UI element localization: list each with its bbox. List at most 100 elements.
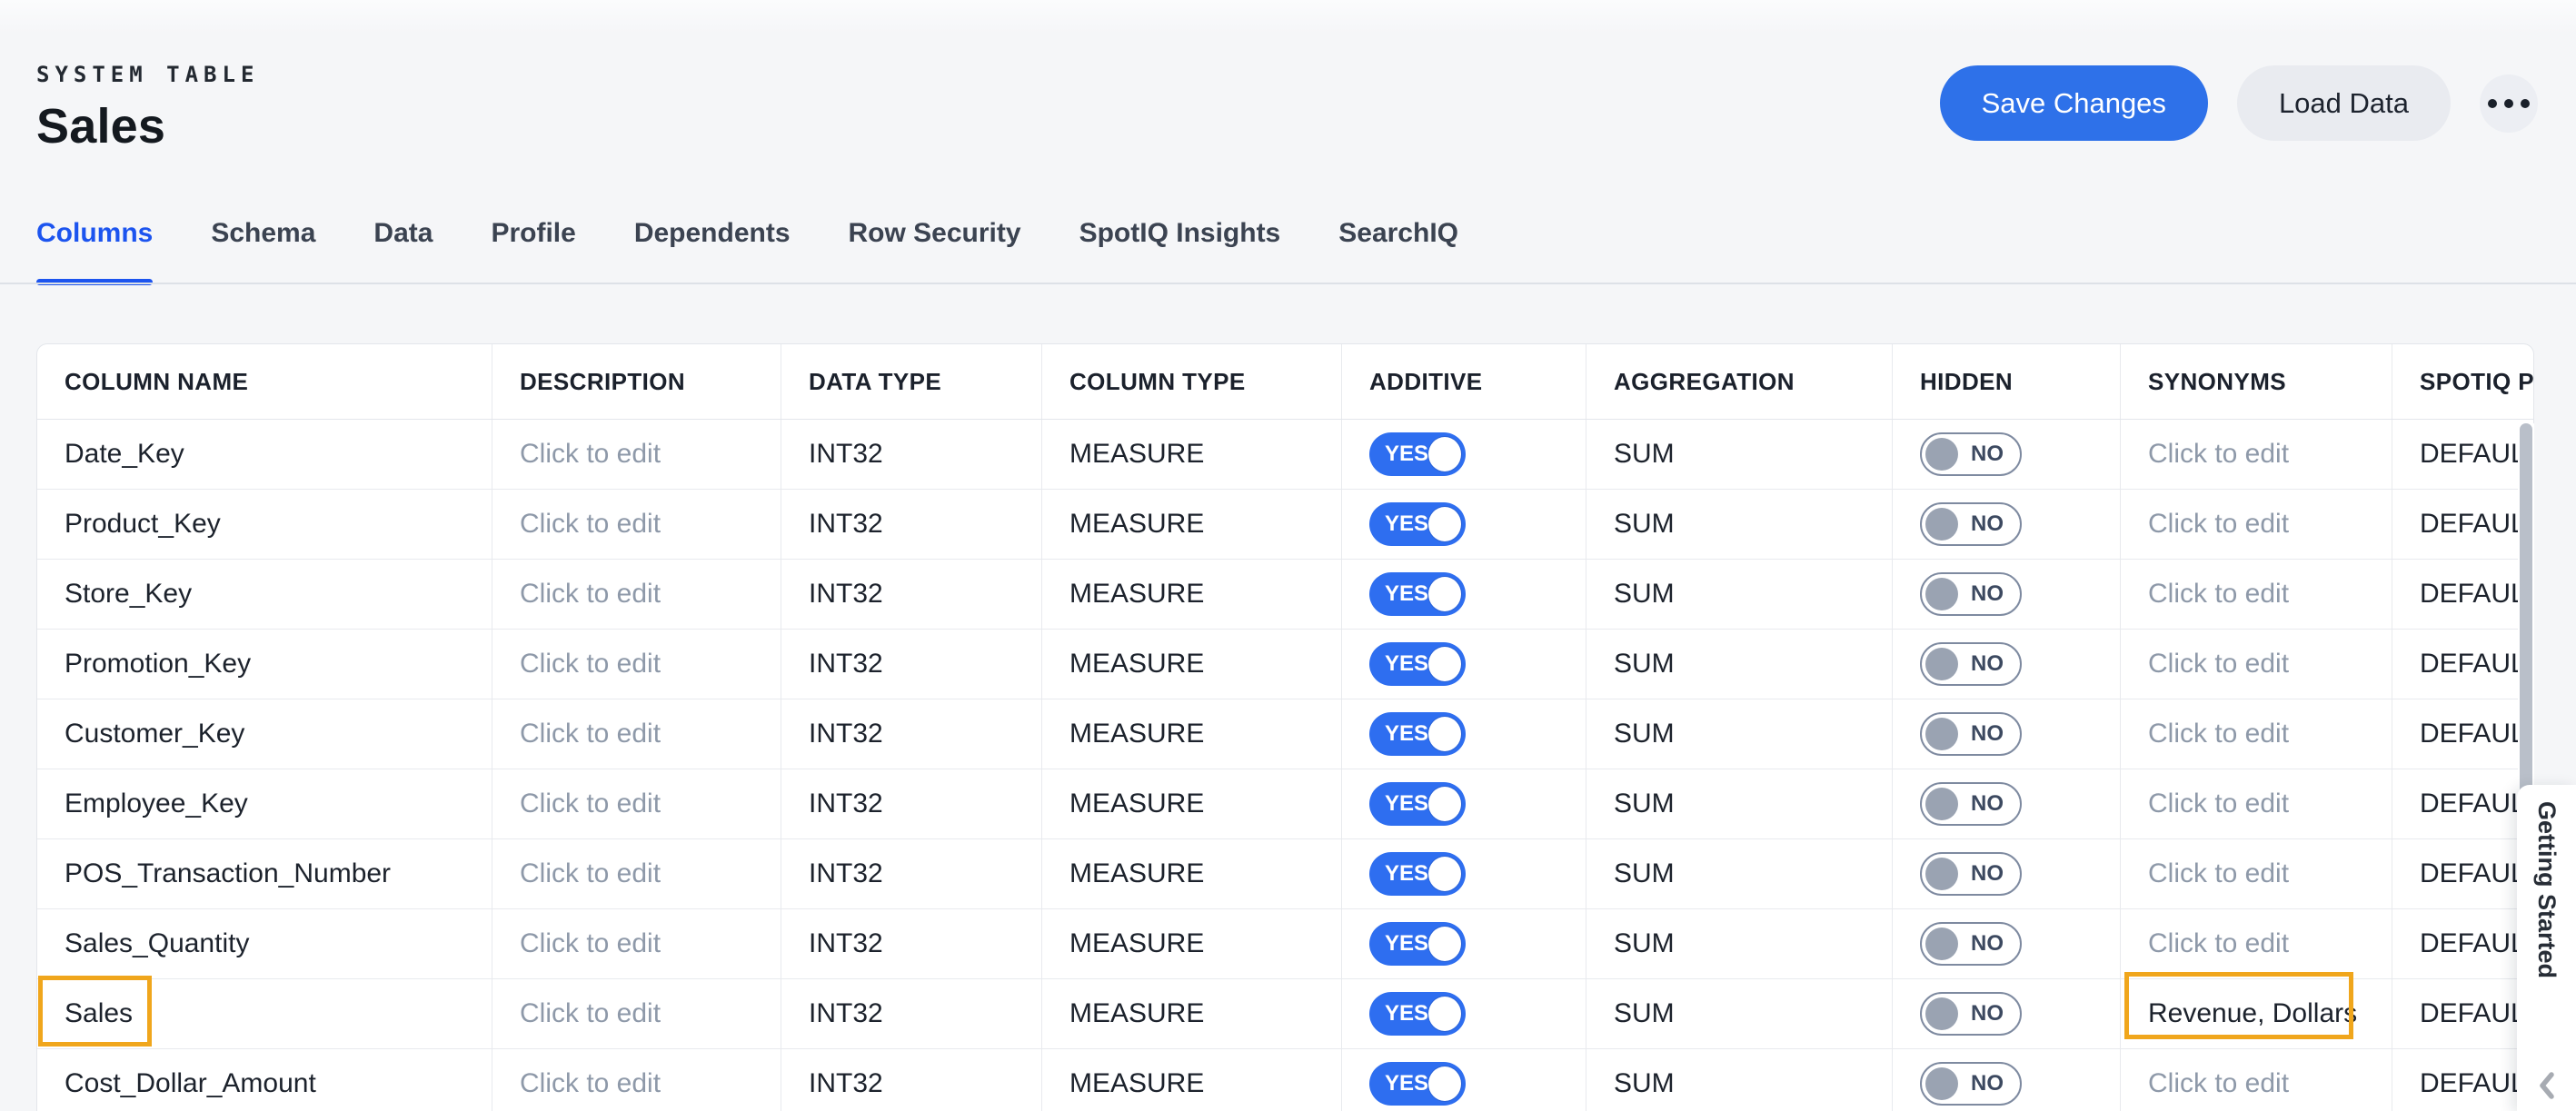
hidden-toggle[interactable]: NO — [1920, 1062, 2022, 1106]
synonyms-cell[interactable]: Click to edit — [2121, 420, 2392, 489]
spotiq-preference-cell[interactable]: DEFAULT — [2392, 1049, 2534, 1111]
aggregation-cell[interactable]: SUM — [1586, 979, 1893, 1048]
hidden-toggle[interactable]: NO — [1920, 502, 2022, 546]
additive-toggle[interactable]: YES — [1369, 852, 1466, 896]
spotiq-preference-cell[interactable]: DEFAULT — [2392, 420, 2534, 489]
aggregation-cell[interactable]: SUM — [1586, 630, 1893, 699]
tab-schema[interactable]: Schema — [211, 218, 315, 285]
description-cell[interactable]: Click to edit — [492, 909, 781, 978]
additive-toggle[interactable]: YES — [1369, 992, 1466, 1036]
tab-profile[interactable]: Profile — [491, 218, 575, 285]
col-header-column-type: COLUMN TYPE — [1042, 344, 1342, 419]
tab-spotiq-insights[interactable]: SpotIQ Insights — [1079, 218, 1281, 285]
description-cell[interactable]: Click to edit — [492, 420, 781, 489]
synonyms-cell[interactable]: Click to edit — [2121, 839, 2392, 908]
description-cell[interactable]: Click to edit — [492, 699, 781, 769]
save-changes-button[interactable]: Save Changes — [1940, 65, 2208, 141]
column-type-cell[interactable]: MEASURE — [1042, 839, 1342, 908]
spotiq-preference-cell[interactable]: DEFAULT — [2392, 560, 2534, 629]
chevron-left-icon[interactable] — [2535, 1069, 2559, 1102]
aggregation-cell[interactable]: SUM — [1586, 769, 1893, 838]
aggregation-cell[interactable]: SUM — [1586, 560, 1893, 629]
synonyms-cell[interactable]: Click to edit — [2121, 490, 2392, 559]
table-row: Product_Key Click to edit INT32 MEASURE … — [37, 490, 2534, 560]
table-row: Employee_Key Click to edit INT32 MEASURE… — [37, 769, 2534, 839]
getting-started-panel[interactable]: Getting Started — [2517, 785, 2576, 1111]
description-cell[interactable]: Click to edit — [492, 979, 781, 1048]
column-type-cell[interactable]: MEASURE — [1042, 420, 1342, 489]
column-type-cell[interactable]: MEASURE — [1042, 769, 1342, 838]
description-cell[interactable]: Click to edit — [492, 490, 781, 559]
additive-toggle[interactable]: YES — [1369, 432, 1466, 476]
hidden-toggle[interactable]: NO — [1920, 852, 2022, 896]
synonyms-cell[interactable]: Click to edit — [2121, 769, 2392, 838]
hidden-toggle[interactable]: NO — [1920, 572, 2022, 616]
description-cell[interactable]: Click to edit — [492, 630, 781, 699]
hidden-cell: NO — [1893, 839, 2121, 908]
hidden-toggle[interactable]: NO — [1920, 922, 2022, 966]
column-type-cell[interactable]: MEASURE — [1042, 560, 1342, 629]
spotiq-preference-cell[interactable]: DEFAULT — [2392, 769, 2534, 838]
aggregation-cell[interactable]: SUM — [1586, 909, 1893, 978]
spotiq-preference-cell[interactable]: DEFAULT — [2392, 490, 2534, 559]
hidden-cell: NO — [1893, 490, 2121, 559]
spotiq-preference-cell[interactable]: DEFAULT — [2392, 979, 2534, 1048]
additive-toggle[interactable]: YES — [1369, 712, 1466, 756]
tab-columns[interactable]: Columns — [36, 218, 153, 285]
synonyms-cell[interactable]: Click to edit — [2121, 630, 2392, 699]
ellipsis-icon — [2488, 99, 2497, 108]
aggregation-cell[interactable]: SUM — [1586, 490, 1893, 559]
description-cell[interactable]: Click to edit — [492, 839, 781, 908]
column-type-cell[interactable]: MEASURE — [1042, 909, 1342, 978]
spotiq-preference-cell[interactable]: DEFAULT — [2392, 630, 2534, 699]
toggle-knob — [1428, 577, 1461, 611]
column-name-cell: POS_Transaction_Number — [37, 839, 492, 908]
synonyms-cell[interactable]: Click to edit — [2121, 560, 2392, 629]
hidden-toggle[interactable]: NO — [1920, 432, 2022, 476]
column-type-cell[interactable]: MEASURE — [1042, 979, 1342, 1048]
description-cell[interactable]: Click to edit — [492, 560, 781, 629]
additive-toggle[interactable]: YES — [1369, 1062, 1466, 1106]
additive-toggle[interactable]: YES — [1369, 572, 1466, 616]
aggregation-cell[interactable]: SUM — [1586, 699, 1893, 769]
toggle-knob — [1925, 578, 1958, 610]
page-title: Sales — [36, 98, 165, 154]
additive-toggle[interactable]: YES — [1369, 642, 1466, 686]
synonyms-cell[interactable]: Click to edit — [2121, 909, 2392, 978]
spotiq-preference-cell[interactable]: DEFAULT — [2392, 909, 2534, 978]
tab-searchiq[interactable]: SearchIQ — [1338, 218, 1458, 285]
description-cell[interactable]: Click to edit — [492, 1049, 781, 1111]
load-data-button[interactable]: Load Data — [2237, 65, 2451, 141]
aggregation-cell[interactable]: SUM — [1586, 420, 1893, 489]
description-cell[interactable]: Click to edit — [492, 769, 781, 838]
additive-toggle[interactable]: YES — [1369, 502, 1466, 546]
tab-data[interactable]: Data — [373, 218, 433, 285]
additive-toggle[interactable]: YES — [1369, 922, 1466, 966]
hidden-cell: NO — [1893, 560, 2121, 629]
toggle-knob — [1925, 648, 1958, 680]
data-type-cell: INT32 — [781, 769, 1042, 838]
tab-row-security[interactable]: Row Security — [849, 218, 1021, 285]
toggle-knob — [1925, 927, 1958, 960]
toggle-knob — [1428, 1066, 1461, 1101]
spotiq-preference-cell[interactable]: DEFAULT — [2392, 839, 2534, 908]
more-options-button[interactable] — [2480, 74, 2538, 133]
hidden-toggle[interactable]: NO — [1920, 712, 2022, 756]
column-type-cell[interactable]: MEASURE — [1042, 699, 1342, 769]
synonyms-cell[interactable]: Click to edit — [2121, 699, 2392, 769]
column-type-cell[interactable]: MEASURE — [1042, 630, 1342, 699]
column-type-cell[interactable]: MEASURE — [1042, 1049, 1342, 1111]
aggregation-cell[interactable]: SUM — [1586, 1049, 1893, 1111]
spotiq-preference-cell[interactable]: DEFAULT — [2392, 699, 2534, 769]
synonyms-cell[interactable]: Click to edit — [2121, 1049, 2392, 1111]
additive-toggle[interactable]: YES — [1369, 782, 1466, 826]
toggle-knob — [1925, 997, 1958, 1030]
toggle-knob — [1428, 787, 1461, 821]
hidden-toggle[interactable]: NO — [1920, 992, 2022, 1036]
column-type-cell[interactable]: MEASURE — [1042, 490, 1342, 559]
hidden-toggle[interactable]: NO — [1920, 642, 2022, 686]
aggregation-cell[interactable]: SUM — [1586, 839, 1893, 908]
data-type-cell: INT32 — [781, 979, 1042, 1048]
hidden-toggle[interactable]: NO — [1920, 782, 2022, 826]
tab-dependents[interactable]: Dependents — [634, 218, 791, 285]
